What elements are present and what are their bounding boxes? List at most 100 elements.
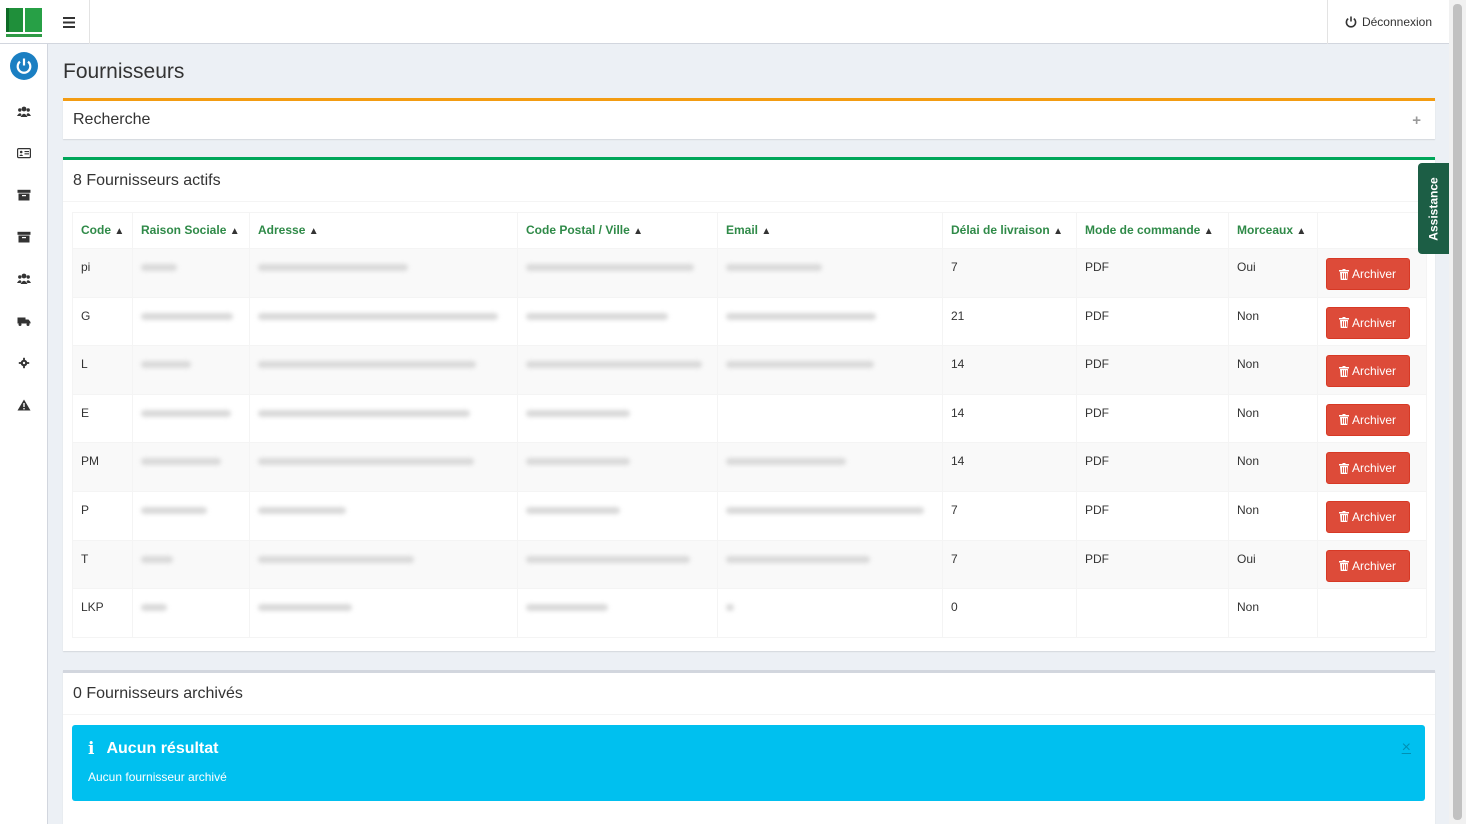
archive-button[interactable]: Archiver xyxy=(1326,500,1410,533)
cell-code: PM xyxy=(72,442,133,492)
table-row[interactable]: PM 14 PDF Non Archiver xyxy=(72,442,1427,492)
cell-raison-sociale xyxy=(132,442,250,492)
cell-email xyxy=(717,345,943,395)
cell-code-postal-ville xyxy=(517,248,718,298)
close-alert-button[interactable]: × xyxy=(1402,739,1411,757)
assistance-tab[interactable]: Assistance xyxy=(1418,163,1449,254)
app-logo[interactable] xyxy=(0,0,48,44)
vertical-scrollbar[interactable] xyxy=(1449,0,1466,824)
cell-actions: Archiver xyxy=(1317,393,1427,444)
sidebar-item-settings[interactable] xyxy=(0,351,48,375)
cell-raison-sociale xyxy=(132,490,250,541)
cell-delai: 21 xyxy=(942,296,1077,347)
redacted-text xyxy=(726,361,874,369)
trash-icon xyxy=(1339,560,1349,572)
redacted-text xyxy=(141,604,167,612)
power-icon xyxy=(1345,16,1357,28)
sidebar-item-alerts[interactable] xyxy=(0,393,48,417)
column-header-raison-sociale[interactable]: Raison Sociale ▲︎ xyxy=(132,212,250,249)
logout-button[interactable]: Déconnexion xyxy=(1327,0,1449,44)
sort-icon: ▲︎ xyxy=(1053,226,1063,237)
alert-message: Aucun fournisseur archivé xyxy=(88,770,227,784)
column-header-email[interactable]: Email ▲︎ xyxy=(717,212,943,249)
alert-title-text: Aucun résultat xyxy=(106,740,219,757)
cell-code: E xyxy=(72,393,133,444)
cell-raison-sociale xyxy=(132,588,250,638)
cell-morceaux: Non xyxy=(1228,296,1318,347)
info-icon: i xyxy=(88,739,95,759)
archive-button[interactable]: Archiver xyxy=(1326,258,1410,290)
id-card-icon xyxy=(17,148,31,159)
sort-icon: ▲︎ xyxy=(761,226,772,237)
redacted-text xyxy=(258,506,346,514)
column-header-code-postal-ville[interactable]: Code Postal / Ville ▲︎ xyxy=(517,212,718,249)
cell-delai: 7 xyxy=(942,490,1077,541)
cell-mode: PDF xyxy=(1076,296,1229,347)
cell-adresse xyxy=(249,588,518,638)
sort-icon: ▲︎ xyxy=(633,226,644,237)
cell-code-postal-ville xyxy=(517,539,718,590)
cell-mode: PDF xyxy=(1076,248,1229,298)
redacted-text xyxy=(141,409,231,417)
sidebar xyxy=(0,44,48,824)
top-navbar: Déconnexion xyxy=(0,0,1449,44)
cell-delai: 14 xyxy=(942,345,1077,395)
sidebar-item-users[interactable] xyxy=(0,100,48,124)
column-header-delai[interactable]: Délai de livraison ▲︎ xyxy=(942,212,1077,249)
table-row[interactable]: P 7 PDF Non Archiver xyxy=(72,490,1427,541)
cell-email xyxy=(717,393,943,444)
archive-button[interactable]: Archiver xyxy=(1326,403,1410,436)
expand-search-button[interactable]: + xyxy=(1412,112,1421,129)
redacted-text xyxy=(258,409,470,417)
sidebar-item-archive-1[interactable] xyxy=(0,183,48,207)
cell-actions: Archiver xyxy=(1317,296,1427,347)
archive-button[interactable]: Archiver xyxy=(1326,549,1410,582)
sort-icon: ▲︎ xyxy=(1203,226,1214,237)
table-row[interactable]: L 14 PDF Non Archiver xyxy=(72,345,1427,395)
redacted-text xyxy=(526,409,630,417)
cell-delai: 7 xyxy=(942,248,1077,298)
trash-icon xyxy=(1339,365,1349,377)
cell-raison-sociale xyxy=(132,296,250,347)
logout-label: Déconnexion xyxy=(1361,15,1433,29)
power-icon xyxy=(16,58,32,74)
sidebar-item-contacts[interactable] xyxy=(0,141,48,165)
cell-mode: PDF xyxy=(1076,442,1229,492)
active-suppliers-header: 8 Fournisseurs actifs xyxy=(63,160,1435,202)
archive-button[interactable]: Archiver xyxy=(1326,452,1410,485)
table-header-row: Code ▲︎ Raison Sociale ▲︎ Adresse ▲︎ Cod… xyxy=(72,212,1427,249)
redacted-text xyxy=(258,312,498,320)
table-row[interactable]: G 21 PDF Non Archiver xyxy=(72,296,1427,347)
archived-suppliers-title: 0 Fournisseurs archivés xyxy=(73,685,243,702)
active-suppliers-title: 8 Fournisseurs actifs xyxy=(73,172,221,189)
column-header-mode[interactable]: Mode de commande ▲︎ xyxy=(1076,212,1229,249)
table-row[interactable]: pi 7 PDF Oui Archiver xyxy=(72,248,1427,298)
scrollbar-thumb[interactable] xyxy=(1453,4,1462,820)
sidebar-item-suppliers[interactable] xyxy=(0,267,48,291)
sidebar-item-archive-2[interactable] xyxy=(0,225,48,249)
cell-mode: PDF xyxy=(1076,539,1229,590)
cell-raison-sociale xyxy=(132,393,250,444)
column-header-code[interactable]: Code ▲︎ xyxy=(72,212,133,249)
redacted-text xyxy=(526,604,608,612)
menu-toggle-button[interactable] xyxy=(48,0,90,44)
column-header-adresse[interactable]: Adresse ▲︎ xyxy=(249,212,518,249)
warning-icon xyxy=(17,399,31,411)
redacted-text xyxy=(258,361,476,369)
sort-icon: ▲︎ xyxy=(1296,226,1307,237)
sidebar-power-button[interactable] xyxy=(10,52,38,80)
cell-email xyxy=(717,588,943,638)
archive-button[interactable]: Archiver xyxy=(1326,355,1410,388)
redacted-text xyxy=(141,555,173,563)
table-row[interactable]: T 7 PDF Oui Archiver xyxy=(72,539,1427,590)
cell-morceaux: Oui xyxy=(1228,248,1318,298)
table-row[interactable]: E 14 PDF Non Archiver xyxy=(72,393,1427,444)
cell-code-postal-ville xyxy=(517,588,718,638)
sidebar-item-delivery[interactable] xyxy=(0,309,48,333)
archive-button[interactable]: Archiver xyxy=(1326,306,1410,339)
redacted-text xyxy=(726,555,870,563)
column-header-morceaux[interactable]: Morceaux ▲︎ xyxy=(1228,212,1318,249)
cell-raison-sociale xyxy=(132,539,250,590)
redacted-text xyxy=(141,506,207,514)
table-row[interactable]: LKP 0 Non xyxy=(72,588,1427,638)
